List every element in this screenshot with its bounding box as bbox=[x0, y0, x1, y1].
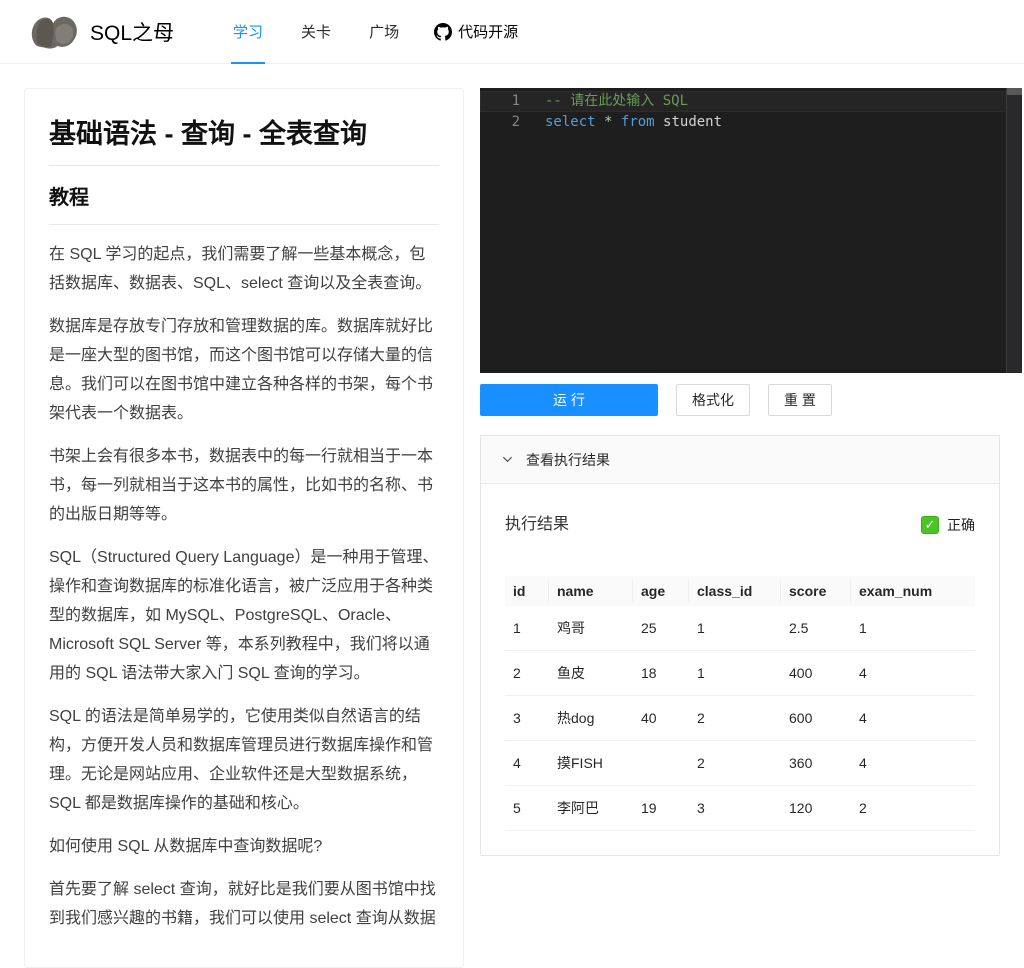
result-heading: 执行结果 bbox=[505, 516, 570, 533]
table-cell: 4 bbox=[505, 740, 549, 786]
table-cell: 1 bbox=[505, 606, 549, 651]
editor-scrollbar[interactable] bbox=[1006, 88, 1022, 373]
line-number: 1 bbox=[511, 93, 520, 109]
code-lines: 1 -- 请在此处输入 SQL 2 select * from student bbox=[480, 91, 1022, 133]
navbar: SQL之母 学习 关卡 广场 代码开源 bbox=[0, 0, 1024, 64]
tutorial-section-heading: 教程 bbox=[49, 187, 89, 209]
status-text: 正确 bbox=[947, 517, 975, 533]
table-cell: 鸡哥 bbox=[549, 606, 633, 651]
workspace-panel: 1 -- 请在此处输入 SQL 2 select * from student 运 行… bbox=[480, 88, 1022, 856]
column-header: name bbox=[549, 576, 633, 606]
sql-editor[interactable]: 1 -- 请在此处输入 SQL 2 select * from student bbox=[480, 88, 1022, 373]
table-cell: 1 bbox=[689, 650, 781, 696]
status-badge: ✓ 正确 bbox=[921, 515, 975, 535]
table-cell: 4 bbox=[851, 695, 975, 741]
table-cell: 摸FISH bbox=[549, 740, 633, 786]
site-logo-icon[interactable] bbox=[28, 10, 80, 54]
page-title: 基础语法 - 查询 - 全表查询 bbox=[49, 119, 367, 149]
chevron-down-icon bbox=[502, 456, 513, 463]
table-cell: 2 bbox=[505, 650, 549, 696]
table-cell: 2 bbox=[851, 785, 975, 831]
table-cell: 19 bbox=[633, 785, 689, 831]
table-cell bbox=[633, 740, 689, 786]
site-title[interactable]: SQL之母 bbox=[90, 17, 174, 47]
results-body: 执行结果 ✓ 正确 id name age class_id score exam_num… bbox=[481, 484, 999, 855]
table-row: 3 热dog 40 2 600 4 bbox=[505, 695, 975, 741]
table-row: 1 鸡哥 25 1 2.5 1 bbox=[505, 606, 975, 651]
nav-item-关卡[interactable]: 关卡 bbox=[282, 0, 350, 64]
table-cell: 热dog bbox=[549, 695, 633, 741]
column-header: class_id bbox=[689, 576, 781, 606]
main-nav: 学习 关卡 广场 bbox=[214, 0, 418, 64]
tutorial-paragraph: 在 SQL 学习的起点，我们需要了解一些基本概念，包括数据库、数据表、SQL、s… bbox=[49, 246, 432, 292]
results-collapse: 查看执行结果 执行结果 ✓ 正确 id name age class_id score e… bbox=[480, 435, 1000, 856]
nav-item-学习[interactable]: 学习 bbox=[214, 0, 282, 64]
column-header: age bbox=[633, 576, 689, 606]
table-row: 2 鱼皮 18 1 400 4 bbox=[505, 650, 975, 696]
table-cell: 40 bbox=[633, 695, 689, 741]
column-header: score bbox=[781, 576, 851, 606]
nav-item-广场[interactable]: 广场 bbox=[350, 0, 418, 64]
table-cell: 李阿巴 bbox=[549, 785, 633, 831]
tutorial-paragraphs: 在 SQL 学习的起点，我们需要了解一些基本概念，包括数据库、数据表、SQL、s… bbox=[49, 240, 439, 933]
table-cell: 1 bbox=[689, 606, 781, 651]
code-line: 1 -- 请在此处输入 SQL bbox=[480, 91, 1022, 112]
table-cell: 25 bbox=[633, 606, 689, 651]
result-table: id name age class_id score exam_num 1 鸡哥 25 1 2.5… bbox=[505, 576, 975, 831]
divider bbox=[49, 165, 439, 166]
table-cell: 5 bbox=[505, 785, 549, 831]
tutorial-paragraph: 如何使用 SQL 从数据库中查询数据呢? bbox=[49, 838, 323, 855]
table-cell: 3 bbox=[689, 785, 781, 831]
divider bbox=[49, 224, 439, 225]
code-text: -- 请在此处输入 SQL bbox=[545, 93, 689, 109]
result-table-head-row: id name age class_id score exam_num bbox=[505, 576, 975, 606]
results-collapse-label: 查看执行结果 bbox=[526, 451, 610, 468]
table-cell: 2.5 bbox=[781, 606, 851, 651]
table-row: 5 李阿巴 19 3 120 2 bbox=[505, 785, 975, 831]
table-cell: 鱼皮 bbox=[549, 650, 633, 696]
tutorial-paragraph: 首先要了解 select 查询，就好比是我们要从图书馆中找到我们感兴趣的书籍，我… bbox=[49, 881, 436, 927]
tutorial-paragraph: SQL（Structured Query Language）是一种用于管理、操作… bbox=[49, 549, 439, 682]
table-cell: 2 bbox=[689, 695, 781, 741]
table-cell: 4 bbox=[851, 740, 975, 786]
format-button[interactable]: 格式化 bbox=[676, 384, 750, 416]
code-line: 2 select * from student bbox=[480, 112, 1022, 133]
github-repo-link[interactable]: 代码开源 bbox=[434, 21, 518, 42]
column-header: id bbox=[505, 576, 549, 606]
line-number: 2 bbox=[511, 114, 520, 130]
column-header: exam_num bbox=[851, 576, 975, 606]
result-header: 执行结果 ✓ 正确 bbox=[505, 514, 975, 536]
table-cell: 120 bbox=[781, 785, 851, 831]
tutorial-paragraph: SQL 的语法是简单易学的，它使用类似自然语言的结构，方便开发人员和数据库管理员… bbox=[49, 708, 434, 812]
table-cell: 600 bbox=[781, 695, 851, 741]
table-cell: 400 bbox=[781, 650, 851, 696]
tutorial-paragraph: 数据库是存放专门存放和管理数据的库。数据库就好比是一座大型的图书馆，而这个图书馆… bbox=[49, 318, 434, 422]
table-cell: 18 bbox=[633, 650, 689, 696]
reset-button[interactable]: 重 置 bbox=[768, 384, 832, 416]
editor-toolbar: 运 行 格式化 重 置 bbox=[480, 384, 1000, 416]
results-collapse-header[interactable]: 查看执行结果 bbox=[481, 436, 999, 484]
run-button[interactable]: 运 行 bbox=[480, 384, 658, 416]
tutorial-panel: 基础语法 - 查询 - 全表查询 教程 在 SQL 学习的起点，我们需要了解一些… bbox=[24, 88, 464, 968]
table-cell: 2 bbox=[689, 740, 781, 786]
table-cell: 360 bbox=[781, 740, 851, 786]
table-row: 4 摸FISH 2 360 4 bbox=[505, 740, 975, 786]
github-link-label: 代码开源 bbox=[458, 24, 519, 41]
tutorial-paragraph: 书架上会有很多本书，数据表中的每一行就相当于一本书，每一列就相当于这本书的属性，… bbox=[49, 448, 434, 523]
check-icon: ✓ bbox=[921, 516, 939, 534]
table-cell: 3 bbox=[505, 695, 549, 741]
github-icon bbox=[434, 22, 453, 41]
scrollbar-thumb[interactable] bbox=[1007, 88, 1022, 95]
result-table-body: 1 鸡哥 25 1 2.5 1 2 鱼皮 18 1 400 4 3 热dog 40 2 600 4 4 摸FISH 2 3… bbox=[505, 606, 975, 831]
code-text: select * from student bbox=[545, 114, 723, 130]
table-cell: 1 bbox=[851, 606, 975, 651]
table-cell: 4 bbox=[851, 650, 975, 696]
